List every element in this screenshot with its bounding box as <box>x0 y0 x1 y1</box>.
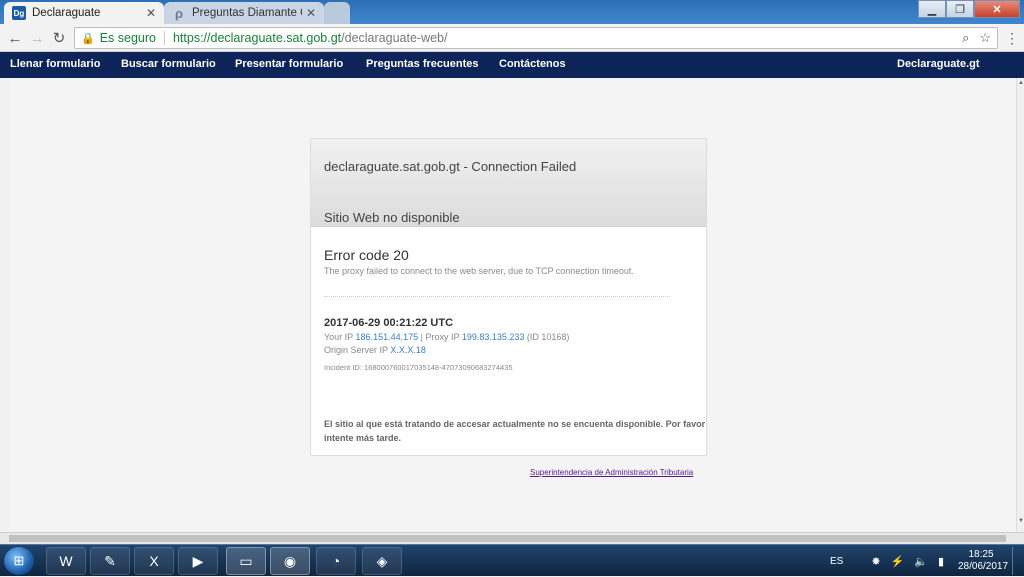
error-description: The proxy failed to connect to the web s… <box>324 266 634 276</box>
close-window-icon[interactable]: ✕ <box>974 0 1020 18</box>
dotted-divider <box>324 296 670 297</box>
media-player-icon[interactable]: ▶ <box>178 547 218 575</box>
browser-menu-icon[interactable]: ⋮ <box>1005 30 1019 47</box>
tab-declaraguate[interactable]: Dg Declaraguate ✕ <box>4 2 164 24</box>
chrome-icon[interactable]: ◉ <box>270 547 310 575</box>
origin-label: Origin Server IP <box>324 345 388 355</box>
page-content: declaraguate.sat.gob.gt - Connection Fai… <box>9 78 1016 532</box>
app-icon[interactable]: ◈ <box>362 547 402 575</box>
language-indicator[interactable]: ES <box>830 556 843 567</box>
new-tab-button[interactable] <box>324 2 350 24</box>
excel-icon[interactable]: X <box>134 547 174 575</box>
nav-contactenos[interactable]: Contáctenos <box>499 58 566 70</box>
browser-toolbar: ← → ↻ 🔒 Es seguro https://declaraguate.s… <box>0 24 1024 52</box>
close-tab-icon[interactable]: ✕ <box>146 6 156 20</box>
tab-label: Declaraguate <box>32 7 101 19</box>
incident-id: Incident ID: 168000760017035148-47073090… <box>324 363 513 372</box>
your-ip-label: Your IP <box>324 332 354 342</box>
zoom-search-icon[interactable]: ⌕ <box>962 30 969 46</box>
power-icon[interactable]: ⚡ <box>891 555 905 568</box>
your-ip: 186.151.44.175 <box>355 332 419 342</box>
nav-llenar-formulario[interactable]: Llenar formulario <box>10 58 100 70</box>
window-controls: ▁ ❐ ✕ <box>918 0 1020 18</box>
minimize-icon[interactable]: ▁ <box>918 0 946 18</box>
bookmark-star-icon[interactable]: ☆ <box>979 30 991 46</box>
origin-server-info: Origin Server IP X.X.X.18 <box>324 345 426 355</box>
clock-time: 18:25 <box>968 549 994 560</box>
error-code: Error code 20 <box>324 247 409 263</box>
address-separator <box>163 31 165 45</box>
ip-info: Your IP 186.151.44.175 | Proxy IP 199.83… <box>324 332 569 342</box>
volume-icon[interactable]: 🔈 <box>914 555 928 568</box>
browser-titlebar: Dg Declaraguate ✕ ρ Preguntas Diamante C… <box>0 0 1024 24</box>
clock-date: 28/06/2017 <box>958 561 1009 572</box>
nav-presentar-formulario[interactable]: Presentar formulario <box>235 58 343 70</box>
site-navigation: Llenar formulario Buscar formulario Pres… <box>0 52 1024 78</box>
tray-app-icon[interactable]: ✸ <box>871 555 880 568</box>
horizontal-scrollbar[interactable] <box>0 532 1024 544</box>
error-card-header: declaraguate.sat.gob.gt - Connection Fai… <box>311 139 706 227</box>
windows-taskbar: ⊞ W ✎ X ▶ ▭ ◉ ◔ ◈ ES ✸ ⚡ 🔈 ▮ 18:25 28/06… <box>0 544 1024 576</box>
tab-preguntas-diamante[interactable]: ρ Preguntas Diamante Con ✕ <box>164 2 324 24</box>
forward-arrow-icon[interactable]: → <box>28 29 46 47</box>
error-card: declaraguate.sat.gob.gt - Connection Fai… <box>310 138 707 456</box>
error-timestamp: 2017-06-29 00:21:22 UTC <box>324 317 454 329</box>
reload-icon[interactable]: ↻ <box>50 29 68 47</box>
lock-icon: 🔒 <box>81 32 95 45</box>
unavailable-message: El sitio al que está tratando de accesar… <box>324 419 706 443</box>
horizontal-scroll-thumb[interactable] <box>9 535 1006 542</box>
file-explorer-icon[interactable]: ▭ <box>226 547 266 575</box>
secure-label: Es seguro <box>99 31 156 45</box>
word-icon[interactable]: W <box>46 547 86 575</box>
omnibox-actions: ⌕ ☆ <box>962 30 991 46</box>
proxy-ip-label: | Proxy IP <box>420 332 460 342</box>
vertical-scrollbar[interactable]: ▲ ▼ <box>1016 78 1024 532</box>
network-signal-icon[interactable]: ▮ <box>938 555 944 568</box>
origin-ip: X.X.X.18 <box>390 345 426 355</box>
scroll-up-icon[interactable]: ▲ <box>1017 80 1024 88</box>
firefox-icon[interactable]: ◔ <box>316 547 356 575</box>
system-clock[interactable]: 18:25 28/06/2017 <box>958 549 1009 573</box>
address-bar[interactable]: 🔒 Es seguro https://declaraguate.sat.gob… <box>74 27 998 49</box>
tab-label: Preguntas Diamante Con <box>192 7 302 19</box>
footer-sat-link[interactable]: Superintendencia de Administración Tribu… <box>530 468 693 477</box>
declaraguate-favicon-icon: Dg <box>12 6 26 20</box>
close-tab-icon[interactable]: ✕ <box>306 6 316 20</box>
proxy-ip: 199.83.135.233 <box>461 332 525 342</box>
nav-buscar-formulario[interactable]: Buscar formulario <box>121 58 216 70</box>
site-brand[interactable]: Declaraguate.gt <box>897 58 980 70</box>
system-tray: ES ✸ ⚡ 🔈 ▮ <box>830 545 954 577</box>
error-subtitle: Sitio Web no disponible <box>324 210 460 225</box>
proxy-id: (ID 10168) <box>526 332 570 342</box>
sticky-notes-icon[interactable]: ✎ <box>90 547 130 575</box>
back-arrow-icon[interactable]: ← <box>6 29 24 47</box>
error-title: declaraguate.sat.gob.gt - Connection Fai… <box>324 159 577 174</box>
url-host: https://declaraguate.sat.gob.gt <box>172 31 342 45</box>
windows-start-icon[interactable]: ⊞ <box>4 547 34 575</box>
nav-preguntas-frecuentes[interactable]: Preguntas frecuentes <box>366 58 478 70</box>
page-favicon-icon: ρ <box>174 5 184 21</box>
scroll-down-icon[interactable]: ▼ <box>1017 518 1024 526</box>
maximize-icon[interactable]: ❐ <box>946 0 974 18</box>
url-path: /declaraguate-web/ <box>341 31 448 45</box>
show-desktop-button[interactable] <box>1012 547 1022 575</box>
